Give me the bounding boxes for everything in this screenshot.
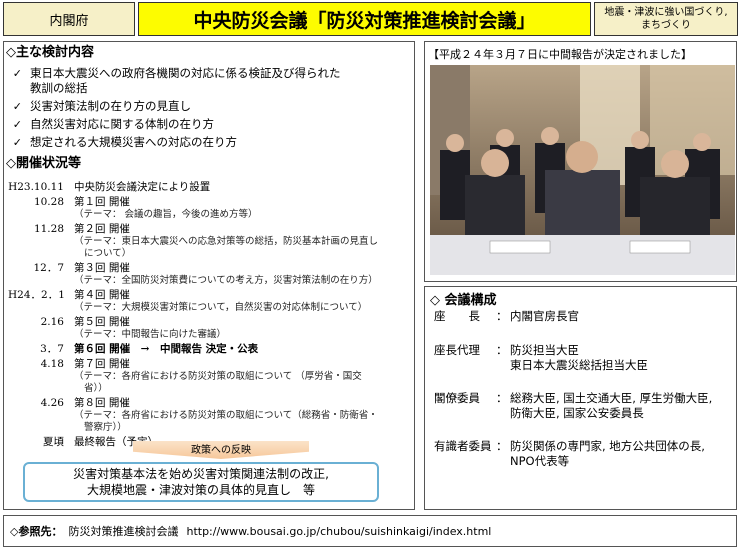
schedule-main: 第２回 開催 [74, 223, 130, 235]
reform-line-2: 大規模地震・津波対策の具体的見直し 等 [86, 483, 315, 497]
member-row: 閣僚委員 ： 総務大臣, 国土交通大臣, 厚生労働大臣, 防衛大臣, 国家公安委員… [434, 391, 740, 421]
schedule-theme-cont: について） [84, 248, 132, 259]
topic-item: ✓ 災害対策法制の在り方の見直し [6, 99, 411, 114]
member-role: 閣僚委員 [434, 391, 480, 405]
schedule-list: H23.10.11 中央防災会議決定により設置 10.28 第１回 開催 （テーマ… [8, 181, 413, 449]
check-icon: ✓ [12, 67, 22, 80]
member-value: 内閣官房長官 [510, 309, 579, 323]
member-role: 有識者委員 [434, 439, 492, 453]
topic-text: 災害対策法制の在り方の見直し [30, 99, 191, 113]
schedule-theme: （テーマ：全国防災対策費についての考え方，災害対策法制の在り方） [74, 275, 378, 286]
member-value: NPO代表等 [510, 454, 570, 468]
schedule-row: 4.26 第８回 開催 （テーマ：各府省における防災対策の取組について（総務省・防… [8, 397, 413, 434]
schedule-main: 第８回 開催 [74, 397, 130, 409]
schedule-row: H23.10.11 中央防災会議決定により設置 [8, 181, 413, 194]
schedule-row: 10.28 第１回 開催 （テーマ： 会議の趣旨，今後の進め方等） [8, 196, 413, 221]
meeting-photo [430, 65, 735, 275]
tagline-line-1: 地震・津波に強い国づくり, [604, 7, 728, 18]
schedule-date: 11.28 [33, 223, 64, 235]
check-icon: ✓ [12, 100, 22, 113]
schedule-theme: （テーマ：大規模災害対策について，自然災害の対応体制について） [74, 302, 368, 313]
reference-label: ◇参照先： [10, 525, 63, 538]
schedule-theme: （テーマ：東日本大震災への応急対策等の総括，防災基本計画の見直し [74, 236, 379, 247]
member-value: 防災関係の専門家, 地方公共団体の長, [510, 439, 705, 453]
reference-name: 防災対策推進検討会議 [68, 525, 179, 538]
member-colon: ： [496, 343, 508, 357]
schedule-date: H23.10.11 [8, 181, 64, 193]
tagline-line-2: まちづくり [641, 20, 691, 31]
member-row: 有識者委員 ： 防災関係の専門家, 地方公共団体の長, NPO代表等 [434, 439, 740, 469]
topic-item: ✓ 東日本大震災への政府各機関の対応に係る検証及び得られた 教訓の総括 [6, 66, 411, 96]
agency-label: 内閣府 [3, 2, 135, 36]
schedule-date: 4.26 [40, 397, 64, 409]
reference-url-link[interactable]: http://www.bousai.go.jp/chubou/suishinka… [186, 525, 491, 538]
member-colon: ： [496, 391, 508, 405]
topic-item: ✓ 想定される大規模災害への対応の在り方 [6, 135, 411, 150]
reference-bar: ◇参照先： 防災対策推進検討会議 http://www.bousai.go.jp… [3, 515, 737, 547]
check-icon: ✓ [12, 136, 22, 149]
topic-item: ✓ 自然災害対応に関する体制の在り方 [6, 117, 411, 132]
schedule-date: 3．7 [40, 343, 64, 355]
schedule-theme: （テーマ：中間報告に向けた審議） [74, 329, 227, 340]
status-title: ◇開催状況等 [6, 156, 81, 171]
member-role: 座 長 [434, 309, 480, 323]
member-colon: ： [496, 309, 508, 323]
reform-line-1: 災害対策基本法を始め災害対策関連法制の改正, [73, 467, 329, 481]
schedule-main: 第３回 開催 [74, 262, 130, 274]
member-value: 総務大臣, 国土交通大臣, 厚生労働大臣, [510, 391, 713, 405]
schedule-row: H24．2．1 第４回 開催 （テーマ：大規模災害対策について，自然災害の対応体制… [8, 289, 413, 314]
schedule-main: 第１回 開催 [74, 196, 130, 208]
schedule-row: 11.28 第２回 開催 （テーマ：東日本大震災への応急対策等の総括，防災基本計画… [8, 223, 413, 260]
schedule-row: 4.18 第７回 開催 （テーマ：各府省における防災対策の取組について （厚労省・… [8, 358, 413, 395]
schedule-date: 2.16 [40, 316, 64, 328]
check-icon: ✓ [12, 118, 22, 131]
schedule-theme: （テーマ：各府省における防災対策の取組について（総務省・防衛省・ [74, 410, 378, 421]
member-row: 座長代理 ： 防災担当大臣 東日本大震災総括担当大臣 [434, 343, 740, 373]
page-title: 中央防災会議「防災対策推進検討会議」 [138, 2, 591, 36]
topics-list: ✓ 東日本大震災への政府各機関の対応に係る検証及び得られた 教訓の総括 ✓ 災害対… [6, 66, 411, 150]
topic-text: 東日本大震災への政府各機関の対応に係る検証及び得られた [30, 66, 341, 80]
topic-text-cont: 教訓の総括 [30, 81, 88, 95]
member-value: 防災担当大臣 [510, 343, 579, 357]
schedule-date: H24．2．1 [8, 289, 65, 301]
topics-title: ◇主な検討内容 [6, 45, 94, 60]
schedule-theme: （テーマ： 会議の趣旨，今後の進め方等） [74, 209, 258, 220]
schedule-theme-cont: 省）） [84, 383, 108, 394]
topic-text: 自然災害対応に関する体制の在り方 [30, 117, 214, 131]
page-title-text: 中央防災会議「防災対策推進検討会議」 [193, 9, 536, 32]
member-role: 座長代理 [434, 343, 480, 357]
schedule-main: 中央防災会議決定により設置 [74, 181, 211, 193]
schedule-main: 第４回 開催 [74, 289, 130, 301]
schedule-main: 第５回 開催 [74, 316, 130, 328]
member-row: 座 長 ： 内閣官房長官 [434, 309, 740, 324]
schedule-main: 第６回 開催 → 中間報告 決定・公表 [74, 343, 259, 355]
tagline: 地震・津波に強い国づくり, まちづくり [594, 2, 738, 36]
schedule-date: 12．7 [33, 262, 64, 274]
schedule-date: 夏頃 [43, 436, 64, 448]
meeting-photo-illustration [430, 65, 735, 275]
schedule-date: 10.28 [33, 196, 64, 208]
member-value: 防衛大臣, 国家公安委員長 [510, 406, 644, 420]
member-colon: ： [496, 439, 508, 453]
photo-caption: 【平成２４年３月７日に中間報告が決定されました】 [428, 48, 692, 61]
schedule-row: 12．7 第３回 開催 （テーマ：全国防災対策費についての考え方，災害対策法制の在… [8, 262, 413, 287]
schedule-row: 3．7 第６回 開催 → 中間報告 決定・公表 [8, 343, 413, 356]
agency-text: 内閣府 [49, 13, 89, 29]
schedule-theme-cont: 警察庁）） [84, 422, 127, 433]
feedback-label: 政策への反映 [191, 445, 251, 456]
topic-text: 想定される大規模災害への対応の在り方 [30, 135, 237, 149]
schedule-main: 第７回 開催 [74, 358, 130, 370]
reform-box: 災害対策基本法を始め災害対策関連法制の改正, 大規模地震・津波対策の具体的見直し… [23, 462, 379, 502]
schedule-date: 4.18 [40, 358, 64, 370]
schedule-row: 2.16 第５回 開催 （テーマ：中間報告に向けた審議） [8, 316, 413, 341]
member-value: 東日本大震災総括担当大臣 [510, 358, 648, 372]
members-title: ◇ 会議構成 [430, 293, 497, 308]
schedule-theme: （テーマ：各府省における防災対策の取組について （厚労省・国交 [74, 371, 362, 382]
